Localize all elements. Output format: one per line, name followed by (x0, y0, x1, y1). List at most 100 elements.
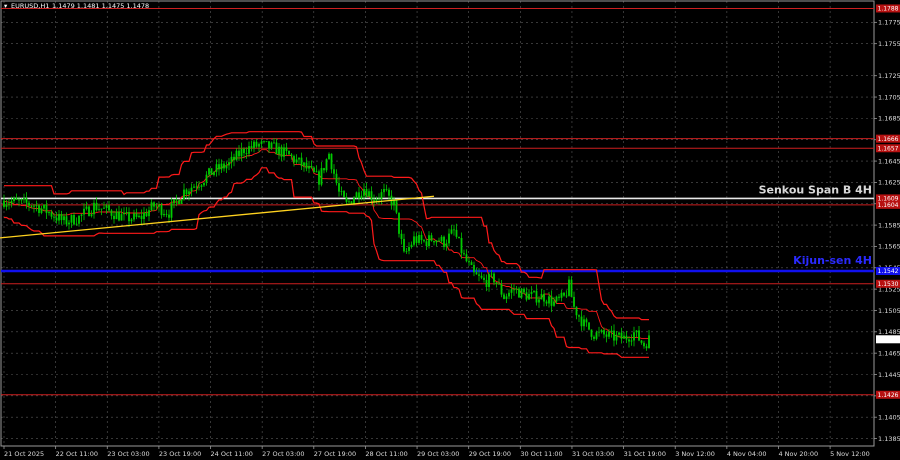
candle-body (605, 334, 608, 337)
candle-body (478, 274, 480, 276)
candle-body (410, 244, 413, 248)
price-level-tag: 1.1530 (878, 281, 899, 288)
candle-body (163, 213, 165, 216)
candle-body (20, 199, 23, 201)
candle-body (578, 315, 580, 317)
candle-body (520, 288, 523, 298)
candle-body (543, 293, 545, 302)
candle-body (475, 272, 478, 275)
candle-body (55, 217, 58, 221)
candle-body (103, 207, 105, 209)
candle-body (210, 168, 213, 176)
candle-body (545, 301, 548, 304)
price-level-tag: 1.1788 (878, 6, 899, 13)
candle-body (583, 319, 585, 327)
candle-body (208, 168, 210, 175)
candle-body (443, 236, 445, 248)
candle-body (140, 215, 143, 219)
header-ohlc: 1.1479 1.1481 1.1475 1.1478 (52, 2, 149, 10)
current-price-tag: 1.1478 (878, 336, 899, 343)
candle-body (98, 209, 100, 211)
candle-body (618, 332, 620, 335)
candle-body (555, 296, 558, 302)
candle-body (630, 340, 633, 342)
price-tick-label: 1.1725 (878, 72, 900, 80)
candle-body (633, 332, 635, 341)
candle-body (383, 188, 385, 193)
candle-body (233, 156, 235, 161)
candle-body (535, 290, 538, 303)
candle-body (78, 215, 80, 224)
price-tick-label: 1.1385 (878, 435, 900, 443)
senkou-span-b-tag: 1.1609 (878, 196, 899, 203)
time-tick-label: 28 Oct 11:00 (365, 450, 407, 458)
candle-body (348, 201, 350, 203)
candle-body (628, 339, 630, 342)
candle-body (445, 243, 448, 248)
candle-body (448, 233, 450, 244)
time-tick-label: 27 Oct 19:00 (314, 450, 356, 458)
candle-body (165, 213, 168, 215)
candle-body (380, 192, 383, 199)
price-tick-label: 1.1685 (878, 115, 900, 123)
candle-body (433, 240, 435, 243)
candle-body (608, 331, 610, 337)
candle-body (570, 279, 573, 297)
candle-body (240, 148, 243, 157)
candle-body (193, 186, 195, 188)
candle-body (198, 186, 200, 188)
candle-body (43, 204, 45, 209)
candle-body (550, 296, 553, 306)
price-tick-label: 1.1585 (878, 221, 900, 229)
candle-body (313, 167, 315, 173)
price-level-tag: 1.1657 (878, 145, 899, 152)
candle-body (368, 191, 370, 197)
candle-body (155, 206, 158, 208)
candle-body (323, 168, 325, 171)
candle-body (540, 293, 543, 300)
candle-body (493, 273, 495, 283)
candle-body (80, 214, 83, 216)
candle-body (118, 211, 120, 221)
candle-body (205, 174, 208, 183)
candle-body (45, 204, 48, 214)
candle-body (250, 146, 253, 148)
price-tick-label: 1.1565 (878, 243, 900, 251)
price-tick-label: 1.1775 (878, 19, 900, 27)
candle-body (190, 187, 193, 192)
candle-body (513, 289, 515, 291)
candle-body (310, 165, 313, 168)
price-chart[interactable]: 1.17751.17551.17251.17051.16851.16651.16… (0, 0, 900, 460)
candle-body (173, 199, 175, 204)
time-tick-label: 31 Oct 03:00 (572, 450, 614, 458)
candle-body (333, 169, 335, 174)
candle-body (490, 273, 493, 275)
time-tick-label: 23 Oct 19:00 (159, 450, 201, 458)
candle-body (613, 330, 615, 341)
candle-body (168, 214, 170, 218)
candle-body (480, 275, 483, 278)
candle-body (303, 162, 305, 166)
price-level-tag: 1.1426 (878, 392, 899, 399)
candle-body (590, 329, 593, 337)
candle-body (265, 141, 268, 143)
price-tick-label: 1.1645 (878, 157, 900, 165)
candle-body (420, 234, 423, 241)
candle-body (188, 191, 190, 195)
candle-body (593, 336, 595, 339)
candle-body (518, 288, 520, 298)
candle-body (15, 197, 18, 200)
candle-body (473, 264, 475, 273)
candle-body (195, 186, 198, 188)
candle-body (458, 236, 460, 238)
candle-body (465, 254, 468, 262)
candle-body (225, 165, 228, 169)
candle-body (418, 234, 420, 243)
candle-body (358, 192, 360, 199)
candle-body (128, 211, 130, 222)
candle-body (398, 212, 400, 234)
candle-body (640, 340, 643, 343)
candle-body (115, 211, 118, 220)
candle-body (290, 154, 293, 157)
candle-body (178, 200, 180, 204)
